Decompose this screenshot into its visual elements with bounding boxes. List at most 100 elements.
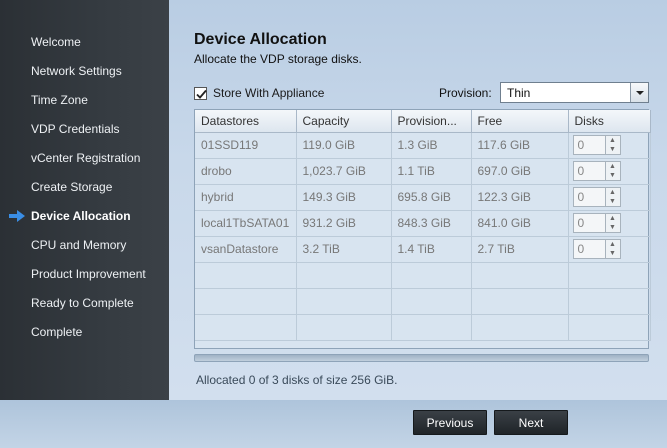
checkbox-box[interactable]: [194, 86, 207, 100]
main-panel: Device Allocation Allocate the VDP stora…: [169, 0, 667, 400]
spinner-up-icon[interactable]: ▲: [606, 188, 620, 197]
cell-datastore: hybrid: [195, 184, 297, 211]
next-button[interactable]: Next: [494, 410, 568, 435]
disks-stepper-value[interactable]: 0: [572, 187, 606, 207]
spinner-down-icon[interactable]: ▼: [606, 145, 620, 154]
spinner-up-icon[interactable]: ▲: [606, 214, 620, 223]
spinner-up-icon[interactable]: ▲: [606, 240, 620, 249]
empty-row: [195, 288, 651, 315]
disks-stepper[interactable]: 0 ▲ ▼: [572, 239, 621, 259]
sidebar-item-network-settings[interactable]: Network Settings: [0, 62, 169, 91]
page-title: Device Allocation: [194, 31, 327, 48]
spinner-down-icon[interactable]: ▼: [606, 223, 620, 232]
sidebar-item-label: VDP Credentials: [31, 122, 120, 136]
cell-provisioned: 1.3 GiB: [391, 132, 472, 159]
spinner-down-icon[interactable]: ▼: [606, 249, 620, 258]
sidebar-item-ready-to-complete[interactable]: Ready to Complete: [0, 294, 169, 323]
table-header-row: Datastores Capacity Provision... Free Di…: [195, 110, 651, 133]
sidebar-item-product-improvement[interactable]: Product Improvement: [0, 265, 169, 294]
sidebar-item-complete[interactable]: Complete: [0, 323, 169, 352]
table-row[interactable]: local1TbSATA01 931.2 GiB 848.3 GiB 841.0…: [195, 210, 651, 237]
cell-capacity: 3.2 TiB: [296, 236, 392, 263]
cell-provisioned: 1.1 TiB: [391, 158, 472, 185]
cell-datastore: vsanDatastore: [195, 236, 297, 263]
sidebar-item-welcome[interactable]: Welcome: [0, 33, 169, 62]
cell-disks: 0 ▲ ▼: [568, 158, 651, 185]
disks-stepper-value[interactable]: 0: [572, 239, 606, 259]
sidebar-item-label: Create Storage: [31, 180, 113, 194]
empty-row: [195, 314, 651, 341]
cell-capacity: 1,023.7 GiB: [296, 158, 392, 185]
sidebar-item-time-zone[interactable]: Time Zone: [0, 91, 169, 120]
column-header-free[interactable]: Free: [471, 110, 569, 133]
disks-stepper[interactable]: 0 ▲ ▼: [572, 135, 621, 155]
cell-disks: 0 ▲ ▼: [568, 210, 651, 237]
sidebar-item-label: Device Allocation: [31, 209, 131, 223]
column-header-datastores[interactable]: Datastores: [195, 110, 297, 133]
cell-free: 117.6 GiB: [471, 132, 569, 159]
provision-label: Provision:: [439, 86, 492, 100]
disks-stepper[interactable]: 0 ▲ ▼: [572, 213, 621, 233]
empty-row: [195, 262, 651, 289]
spinner-up-icon[interactable]: ▲: [606, 136, 620, 145]
table-row[interactable]: hybrid 149.3 GiB 695.8 GiB 122.3 GiB 0 ▲…: [195, 184, 651, 211]
sidebar-item-create-storage[interactable]: Create Storage: [0, 178, 169, 207]
cell-provisioned: 695.8 GiB: [391, 184, 472, 211]
sidebar-item-vdp-credentials[interactable]: VDP Credentials: [0, 120, 169, 149]
cell-capacity: 149.3 GiB: [296, 184, 392, 211]
spinner-down-icon[interactable]: ▼: [606, 171, 620, 180]
chevron-down-icon: [636, 91, 644, 95]
column-header-capacity[interactable]: Capacity: [296, 110, 392, 133]
cell-free: 697.0 GiB: [471, 158, 569, 185]
disks-stepper[interactable]: 0 ▲ ▼: [572, 187, 621, 207]
datastore-table: Datastores Capacity Provision... Free Di…: [194, 109, 651, 349]
cell-disks: 0 ▲ ▼: [568, 184, 651, 211]
table-row[interactable]: vsanDatastore 3.2 TiB 1.4 TiB 2.7 TiB 0 …: [195, 236, 651, 263]
cell-disks: 0 ▲ ▼: [568, 236, 651, 263]
page-subtitle: Allocate the VDP storage disks.: [194, 52, 362, 66]
cell-datastore: 01SSD119: [195, 132, 297, 159]
disks-stepper-value[interactable]: 0: [572, 135, 606, 155]
table-row[interactable]: drobo 1,023.7 GiB 1.1 TiB 697.0 GiB 0 ▲ ▼: [195, 158, 651, 185]
sidebar-item-label: vCenter Registration: [31, 151, 141, 165]
disks-stepper-value[interactable]: 0: [572, 213, 606, 233]
sidebar-item-label: Complete: [31, 325, 83, 339]
sidebar-item-label: Product Improvement: [31, 267, 146, 281]
wizard-sidebar: Welcome Network Settings Time Zone VDP C…: [0, 0, 169, 400]
cell-provisioned: 848.3 GiB: [391, 210, 472, 237]
allocation-status: Allocated 0 of 3 disks of size 256 GiB.: [196, 373, 398, 387]
checkmark-icon: [196, 89, 207, 99]
sidebar-item-vcenter-registration[interactable]: vCenter Registration: [0, 149, 169, 178]
cell-provisioned: 1.4 TiB: [391, 236, 472, 263]
column-header-disks[interactable]: Disks: [568, 110, 651, 133]
horizontal-scrollbar[interactable]: [194, 354, 649, 362]
cell-free: 2.7 TiB: [471, 236, 569, 263]
cell-free: 122.3 GiB: [471, 184, 569, 211]
previous-button[interactable]: Previous: [413, 410, 487, 435]
sidebar-item-label: Welcome: [31, 35, 81, 49]
cell-datastore: drobo: [195, 158, 297, 185]
store-with-appliance-checkbox[interactable]: Store With Appliance: [194, 84, 324, 102]
provision-select-value: Thin: [507, 86, 531, 100]
provision-dropdown-button[interactable]: [630, 83, 648, 102]
sidebar-item-device-allocation[interactable]: Device Allocation: [0, 207, 169, 236]
disks-stepper-value[interactable]: 0: [572, 161, 606, 181]
cell-disks: 0 ▲ ▼: [568, 132, 651, 159]
cell-datastore: local1TbSATA01: [195, 210, 297, 237]
right-arrow-icon: [9, 210, 25, 222]
sidebar-item-label: CPU and Memory: [31, 238, 127, 252]
sidebar-item-label: Time Zone: [31, 93, 88, 107]
cell-capacity: 119.0 GiB: [296, 132, 392, 159]
column-header-provisioned[interactable]: Provision...: [391, 110, 472, 133]
sidebar-item-cpu-and-memory[interactable]: CPU and Memory: [0, 236, 169, 265]
cell-free: 841.0 GiB: [471, 210, 569, 237]
sidebar-item-label: Network Settings: [31, 64, 122, 78]
spinner-down-icon[interactable]: ▼: [606, 197, 620, 206]
store-with-appliance-label: Store With Appliance: [213, 86, 325, 100]
provision-select[interactable]: Thin: [500, 82, 649, 103]
spinner-up-icon[interactable]: ▲: [606, 162, 620, 171]
disks-stepper[interactable]: 0 ▲ ▼: [572, 161, 621, 181]
cell-capacity: 931.2 GiB: [296, 210, 392, 237]
table-row[interactable]: 01SSD119 119.0 GiB 1.3 GiB 117.6 GiB 0 ▲…: [195, 132, 651, 159]
sidebar-item-label: Ready to Complete: [31, 296, 134, 310]
